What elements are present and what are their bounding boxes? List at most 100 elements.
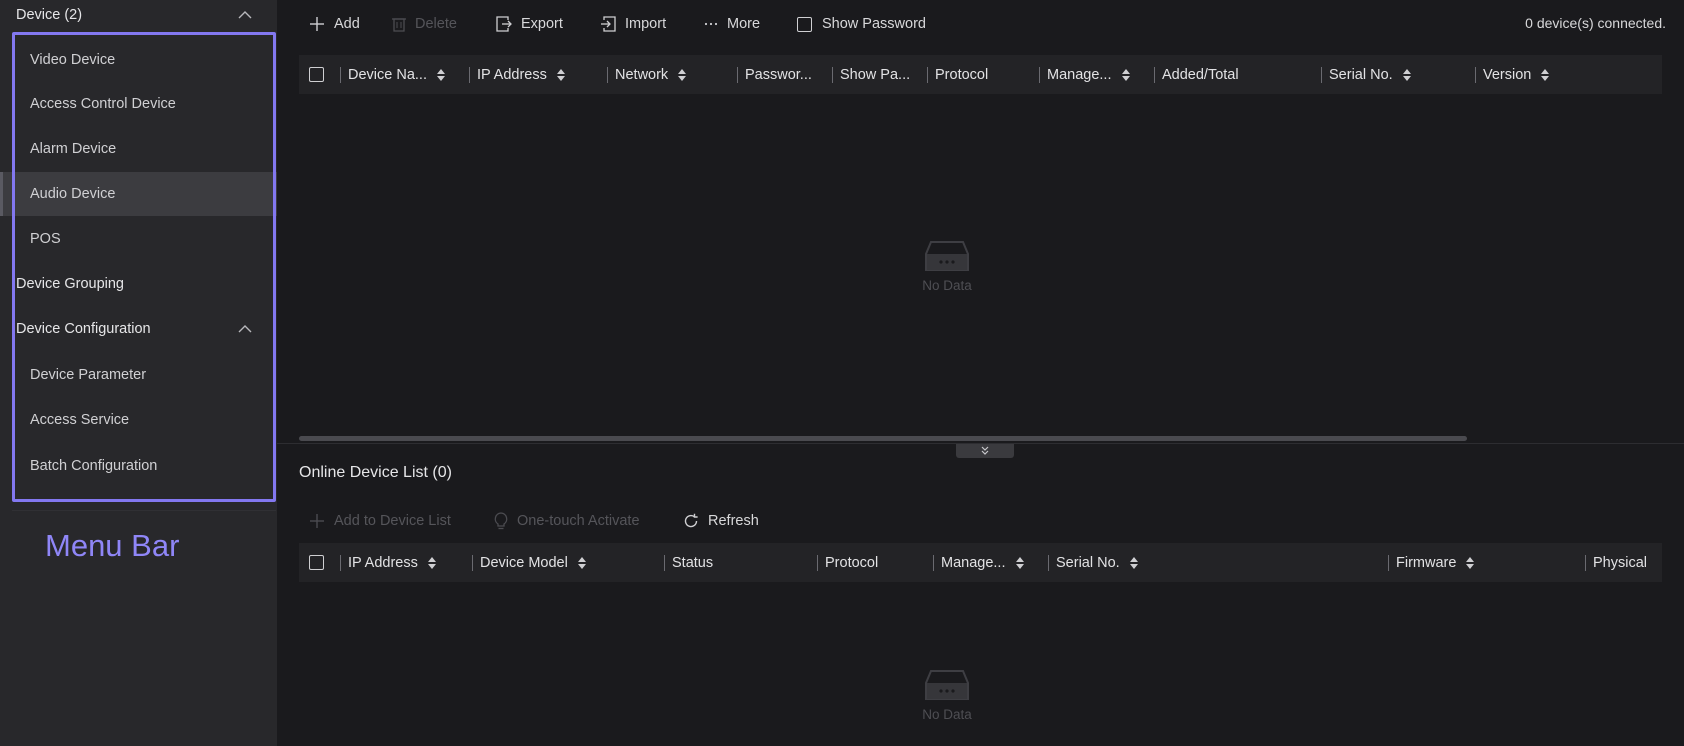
device-table-header: Device Na... IP Address Network Passwor.… <box>299 55 1662 94</box>
more-icon <box>704 22 718 26</box>
column-label: Version <box>1483 66 1532 83</box>
sort-icon <box>1541 68 1550 81</box>
checkbox-icon <box>309 67 324 82</box>
one-touch-activate-label: One-touch Activate <box>517 513 640 529</box>
plus-icon <box>310 514 324 528</box>
connection-status: 0 device(s) connected. <box>1525 15 1666 31</box>
main-panel: Add Delete Export Import More Show Passw… <box>277 0 1684 746</box>
import-label: Import <box>625 16 667 32</box>
column-label: Manage... <box>941 554 1006 571</box>
column-label: Status <box>672 554 714 571</box>
column-label: Physical <box>1593 554 1647 571</box>
sidebar-item-label: Batch Configuration <box>30 458 158 474</box>
online-table-empty-state: No Data <box>918 669 976 722</box>
sidebar-item-label: Access Service <box>30 412 130 428</box>
chevron-up-icon <box>238 325 252 333</box>
select-all-checkbox[interactable] <box>309 543 324 582</box>
sidebar-item-label: Device Grouping <box>16 276 124 292</box>
plus-icon <box>310 17 324 31</box>
sort-icon <box>436 68 445 81</box>
sidebar-item-access-service[interactable]: Access Service <box>0 398 277 442</box>
column-status[interactable]: Status <box>664 543 713 582</box>
sidebar-item-device-grouping[interactable]: Device Grouping <box>0 262 277 306</box>
add-to-device-list-label: Add to Device List <box>334 513 451 529</box>
device-table-empty-state: No Data <box>918 240 976 293</box>
sort-icon <box>1466 556 1475 569</box>
column-device-name[interactable]: Device Na... <box>340 55 445 94</box>
column-label: Added/Total <box>1162 66 1239 83</box>
column-ip-address[interactable]: IP Address <box>340 543 436 582</box>
more-button[interactable]: More <box>704 13 760 35</box>
sidebar-item-label: POS <box>30 231 61 247</box>
column-management[interactable]: Manage... <box>1039 55 1130 94</box>
column-added-total[interactable]: Added/Total <box>1154 55 1239 94</box>
sort-icon <box>1129 556 1138 569</box>
sidebar-item-video-device[interactable]: Video Device <box>0 38 277 82</box>
column-management[interactable]: Manage... <box>933 543 1024 582</box>
export-button[interactable]: Export <box>496 13 563 35</box>
sidebar-group-device-configuration[interactable]: Device Configuration <box>0 307 277 351</box>
column-device-model[interactable]: Device Model <box>472 543 586 582</box>
sidebar-item-batch-configuration[interactable]: Batch Configuration <box>0 444 277 488</box>
menu-bar-annotation: Menu Bar <box>45 528 180 563</box>
column-version[interactable]: Version <box>1475 55 1550 94</box>
sidebar-group-device[interactable]: Device (2) <box>0 0 277 37</box>
column-label: Serial No. <box>1056 554 1120 571</box>
sort-icon <box>1015 556 1024 569</box>
column-protocol[interactable]: Protocol <box>817 543 878 582</box>
delete-label: Delete <box>415 16 457 32</box>
empty-box-icon <box>925 670 969 700</box>
lightbulb-icon <box>494 512 508 530</box>
sidebar-item-alarm-device[interactable]: Alarm Device <box>0 127 277 171</box>
horizontal-scrollbar[interactable] <box>299 436 1467 441</box>
sort-icon <box>556 68 565 81</box>
sidebar-item-label: Video Device <box>30 52 116 68</box>
column-physical[interactable]: Physical <box>1585 543 1647 582</box>
column-label: Protocol <box>825 554 879 571</box>
add-button[interactable]: Add <box>309 13 360 35</box>
delete-button[interactable]: Delete <box>392 13 457 35</box>
show-password-checkbox[interactable]: Show Password <box>797 13 926 35</box>
one-touch-activate-button[interactable]: One-touch Activate <box>494 510 640 532</box>
sidebar-item-label: Audio Device <box>30 186 116 202</box>
import-button[interactable]: Import <box>600 13 666 35</box>
online-device-list-title: Online Device List (0) <box>299 464 452 481</box>
column-firmware[interactable]: Firmware <box>1388 543 1475 582</box>
empty-box-icon <box>925 241 969 271</box>
sidebar-item-label: Device Parameter <box>30 367 147 383</box>
double-chevron-down-icon <box>981 446 989 455</box>
add-label: Add <box>334 16 360 32</box>
trash-icon <box>392 18 406 32</box>
sidebar-divider <box>12 510 276 511</box>
sidebar-item-device-parameter[interactable]: Device Parameter <box>0 353 277 397</box>
refresh-button[interactable]: Refresh <box>683 510 759 532</box>
column-label: Device Model <box>480 554 568 571</box>
column-serial-no[interactable]: Serial No. <box>1321 55 1411 94</box>
column-label: Show Pa... <box>840 66 911 83</box>
sidebar-item-pos[interactable]: POS <box>0 217 277 261</box>
column-serial-no[interactable]: Serial No. <box>1048 543 1138 582</box>
export-label: Export <box>521 16 563 32</box>
sidebar-item-access-control-device[interactable]: Access Control Device <box>0 82 277 126</box>
show-password-label: Show Password <box>822 16 926 32</box>
chevron-up-icon <box>238 11 252 19</box>
collapse-toggle[interactable] <box>956 444 1014 458</box>
toolbar: Add Delete Export Import More Show Passw… <box>277 0 1684 48</box>
column-protocol[interactable]: Protocol <box>927 55 988 94</box>
column-password[interactable]: Passwor... <box>737 55 812 94</box>
refresh-label: Refresh <box>708 513 759 529</box>
online-table-header: IP Address Device Model Status Protocol … <box>299 543 1662 582</box>
sort-icon <box>577 556 586 569</box>
sidebar-group-device-label: Device (2) <box>16 7 83 23</box>
column-label: Protocol <box>935 66 989 83</box>
column-network[interactable]: Network <box>607 55 687 94</box>
column-show-password[interactable]: Show Pa... <box>832 55 910 94</box>
more-label: More <box>727 16 761 32</box>
add-to-device-list-button[interactable]: Add to Device List <box>309 510 451 532</box>
checkbox-icon <box>797 16 812 32</box>
sidebar-item-audio-device[interactable]: Audio Device <box>0 172 277 216</box>
column-label: Firmware <box>1396 554 1457 571</box>
select-all-checkbox[interactable] <box>309 55 324 94</box>
column-ip-address[interactable]: IP Address <box>469 55 565 94</box>
column-label: Passwor... <box>745 66 812 83</box>
